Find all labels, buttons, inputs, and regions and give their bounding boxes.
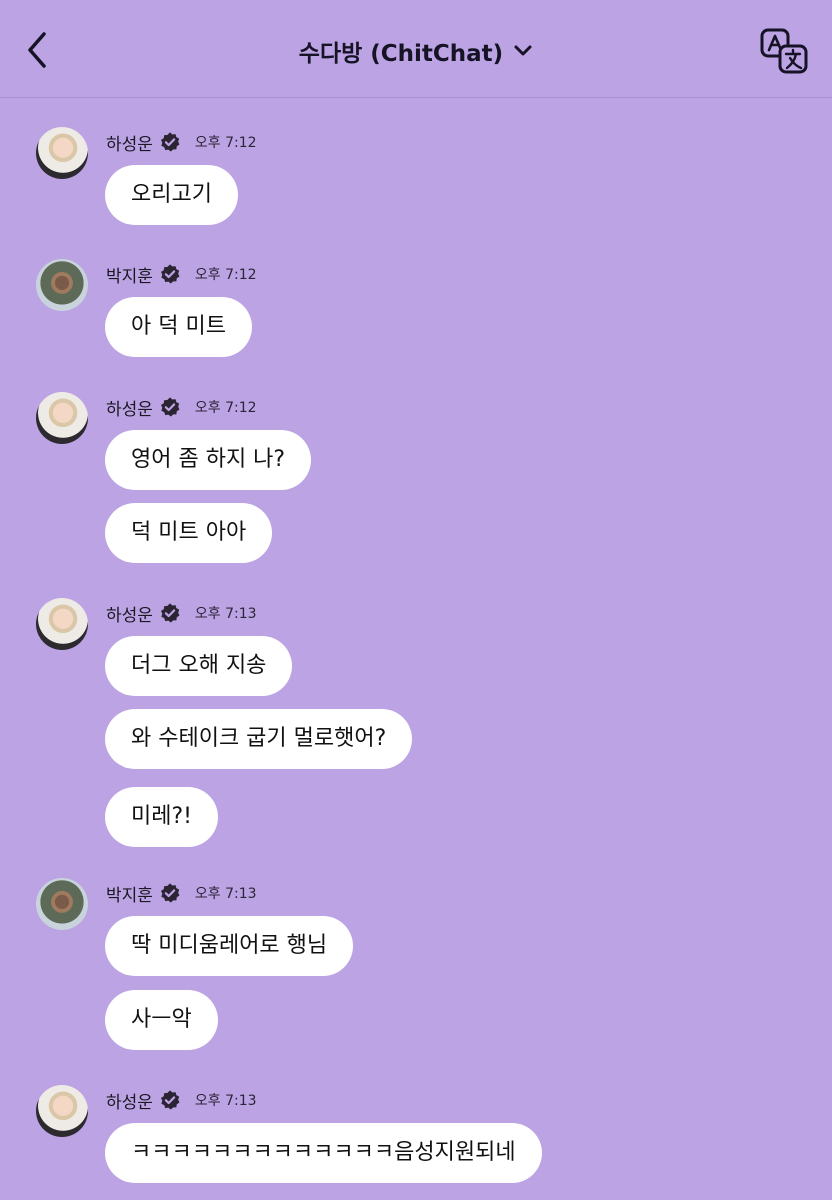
avatar[interactable]	[36, 1085, 88, 1137]
message-bubble[interactable]: 영어 좀 하지 나?	[105, 430, 312, 490]
verified-badge-icon	[160, 132, 180, 152]
message-meta: 하성운 오후 7:12	[106, 394, 257, 420]
message-time: 오후 7:13	[194, 1093, 257, 1109]
back-button[interactable]	[20, 30, 56, 70]
verified-badge-icon	[160, 397, 180, 417]
sender-name: 박지훈	[106, 266, 153, 287]
chat-header: 수다방 (ChitChat)	[0, 0, 832, 98]
avatar[interactable]	[36, 392, 88, 444]
translate-icon	[760, 28, 808, 74]
sender-name: 박지훈	[106, 885, 153, 906]
sender-name: 하성운	[106, 605, 153, 626]
avatar[interactable]	[36, 878, 88, 930]
verified-badge-icon	[160, 603, 180, 623]
sender-name: 하성운	[106, 399, 153, 420]
verified-badge-icon	[160, 1090, 180, 1110]
message-meta: 하성운 오후 7:12	[106, 129, 257, 155]
message-meta: 박지훈 오후 7:13	[106, 880, 257, 906]
message-time: 오후 7:13	[194, 606, 257, 622]
chevron-left-icon	[28, 32, 46, 68]
sender-name: 하성운	[106, 1092, 153, 1113]
message-time: 오후 7:13	[194, 886, 257, 902]
message-meta: 하성운 오후 7:13	[106, 600, 257, 626]
message-meta: 하성운 오후 7:13	[106, 1087, 257, 1113]
avatar[interactable]	[36, 127, 88, 179]
message-bubble[interactable]: 딱 미디움레어로 행님	[105, 916, 354, 976]
message-bubble[interactable]: 덕 미트 아아	[105, 503, 273, 563]
verified-badge-icon	[160, 264, 180, 284]
verified-badge-icon	[160, 883, 180, 903]
message-bubble[interactable]: 더그 오해 지송	[105, 636, 293, 696]
message-time: 오후 7:12	[194, 267, 257, 283]
message-bubble[interactable]: 오리고기	[105, 165, 238, 225]
message-bubble[interactable]: 미레?!	[105, 787, 218, 847]
message-time: 오후 7:12	[194, 400, 257, 416]
message-bubble[interactable]: 아 덕 미트	[105, 297, 252, 357]
translate-button[interactable]	[760, 28, 808, 74]
message-time: 오후 7:12	[194, 135, 257, 151]
avatar[interactable]	[36, 259, 88, 311]
message-bubble[interactable]: 와 수테이크 굽기 멀로햇어?	[105, 709, 413, 769]
avatar[interactable]	[36, 598, 88, 650]
chevron-down-icon	[514, 45, 532, 56]
chat-title: 수다방 (ChitChat)	[298, 41, 504, 67]
message-bubble[interactable]: ㅋㅋㅋㅋㅋㅋㅋㅋㅋㅋㅋㅋㅋ음성지원되네	[105, 1123, 542, 1183]
chat-title-dropdown[interactable]: 수다방 (ChitChat)	[299, 34, 533, 68]
sender-name: 하성운	[106, 134, 153, 155]
message-bubble[interactable]: 사ㅡ악	[105, 990, 218, 1050]
message-meta: 박지훈 오후 7:12	[106, 261, 257, 287]
